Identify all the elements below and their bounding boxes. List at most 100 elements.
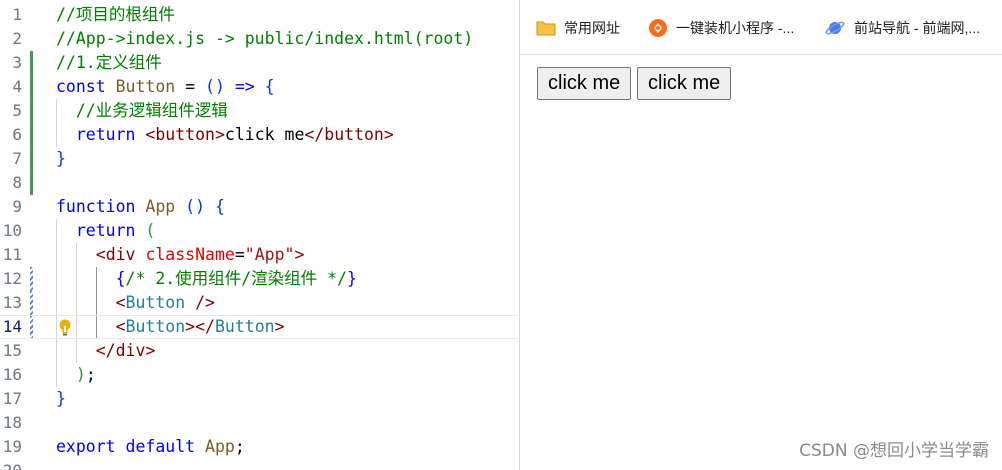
bookmark-label: 前站导航 - 前端网,... — [854, 20, 980, 36]
code-token: button — [155, 125, 215, 144]
line-number: 8 — [12, 173, 22, 192]
code-token: ; — [234, 437, 245, 456]
code-line[interactable]: 7} — [0, 147, 518, 171]
code-line[interactable]: 14 <Button></Button> — [0, 315, 518, 339]
code-token: //项目的根组件 — [56, 5, 175, 24]
modified-line-marker[interactable] — [30, 316, 33, 338]
code-token: > — [274, 317, 285, 336]
code-token: { — [115, 269, 126, 288]
code-token: () — [205, 77, 225, 96]
code-line[interactable]: 9 function App () { — [0, 195, 518, 219]
line-number: 2 — [12, 29, 22, 48]
added-line-marker[interactable] — [30, 75, 33, 99]
code-token: > — [383, 125, 394, 144]
code-text: function App () { — [56, 195, 225, 219]
code-token: ></ — [185, 317, 215, 336]
added-line-marker[interactable] — [30, 123, 33, 147]
added-line-marker[interactable] — [30, 171, 33, 195]
code-text: <div className="App"> — [56, 243, 305, 267]
code-line[interactable]: 17} — [0, 387, 518, 411]
bookmark-install-app[interactable]: 一键装机小程序 -... — [648, 16, 794, 40]
code-token: } — [346, 269, 357, 288]
code-token: /> — [195, 293, 215, 312]
code-token: Button — [125, 317, 186, 336]
app-icon — [649, 19, 667, 37]
line-number: 11 — [2, 245, 22, 264]
code-line[interactable]: 18 — [0, 411, 518, 435]
code-line[interactable]: 10 return ( — [0, 219, 518, 243]
code-token: //1.定义组件 — [56, 53, 162, 72]
code-token: export — [56, 437, 116, 456]
code-token: App — [145, 197, 176, 216]
code-line[interactable]: 2 //App->index.js -> public/index.html(ro… — [0, 27, 518, 51]
line-number: 10 — [2, 221, 22, 240]
code-line[interactable]: 3 //1.定义组件 — [0, 51, 518, 75]
bookmark-common-sites[interactable]: 常用网址 — [536, 16, 620, 40]
line-number: 13 — [2, 293, 22, 312]
code-text: return <button>click me</button> — [56, 123, 394, 147]
line-number: 15 — [2, 341, 22, 360]
code-token: ( — [145, 221, 156, 240]
code-token: button — [324, 125, 384, 144]
line-number: 19 — [2, 437, 22, 456]
modified-line-marker[interactable] — [30, 267, 33, 291]
code-token: "App" — [244, 245, 295, 264]
code-line[interactable]: 6 return <button>click me</button> — [0, 123, 518, 147]
code-line[interactable]: 11 <div className="App"> — [0, 243, 518, 267]
added-line-marker[interactable] — [30, 147, 33, 171]
code-line[interactable]: 4 const Button = () => { — [0, 75, 518, 99]
code-line[interactable]: 1 //项目的根组件 — [0, 3, 518, 27]
bookmark-frontend-nav[interactable]: 前站导航 - 前端网,... — [824, 16, 980, 40]
code-token: //App->index.js -> public/index.html(roo… — [56, 29, 474, 48]
lightbulb-icon[interactable] — [58, 319, 72, 336]
code-token: < — [145, 125, 156, 144]
code-token: => — [234, 77, 255, 96]
code-text: <Button /> — [56, 291, 215, 315]
code-editor[interactable]: 1 //项目的根组件 2 //App->index.js -> public/inde… — [0, 0, 518, 470]
added-line-marker[interactable] — [30, 99, 33, 123]
planet-icon — [825, 21, 845, 35]
code-text: } — [56, 147, 66, 171]
added-line-marker[interactable] — [30, 51, 33, 75]
code-token: > — [214, 125, 225, 144]
code-token: const — [56, 77, 106, 96]
code-token: { — [264, 77, 275, 96]
code-line[interactable]: 16 ); — [0, 363, 518, 387]
code-token: ; — [85, 365, 96, 384]
line-number: 9 — [12, 197, 22, 216]
click-me-button[interactable]: click me — [537, 67, 632, 100]
modified-line-marker[interactable] — [30, 291, 33, 315]
bookmark-label: 一键装机小程序 -... — [676, 20, 795, 36]
code-line[interactable]: 5 //业务逻辑组件逻辑 — [0, 99, 518, 123]
code-line[interactable]: 15 </div> — [0, 339, 518, 363]
code-token: Button — [125, 293, 186, 312]
line-number: 7 — [12, 149, 22, 168]
line-number: 17 — [2, 389, 22, 408]
code-token: Button — [214, 317, 275, 336]
code-line[interactable]: 20 — [0, 459, 518, 470]
code-token: return — [75, 221, 136, 240]
code-text: const Button = () => { — [56, 75, 275, 99]
code-token: click me — [224, 125, 305, 144]
code-token: > — [294, 245, 305, 264]
code-line[interactable]: 19 export default App; — [0, 435, 518, 459]
click-me-button[interactable]: click me — [637, 67, 732, 100]
code-token: () — [185, 197, 206, 216]
code-line[interactable]: 8 — [0, 171, 518, 195]
code-line[interactable]: 13 <Button /> — [0, 291, 518, 315]
code-line[interactable]: 12 {/* 2.使用组件/渲染组件 */} — [0, 267, 518, 291]
code-text: //项目的根组件 — [56, 3, 175, 27]
csdn-watermark: CSDN @想回小学当学霸 — [799, 441, 989, 461]
code-token: < — [115, 293, 126, 312]
code-text: </div> — [56, 339, 156, 363]
